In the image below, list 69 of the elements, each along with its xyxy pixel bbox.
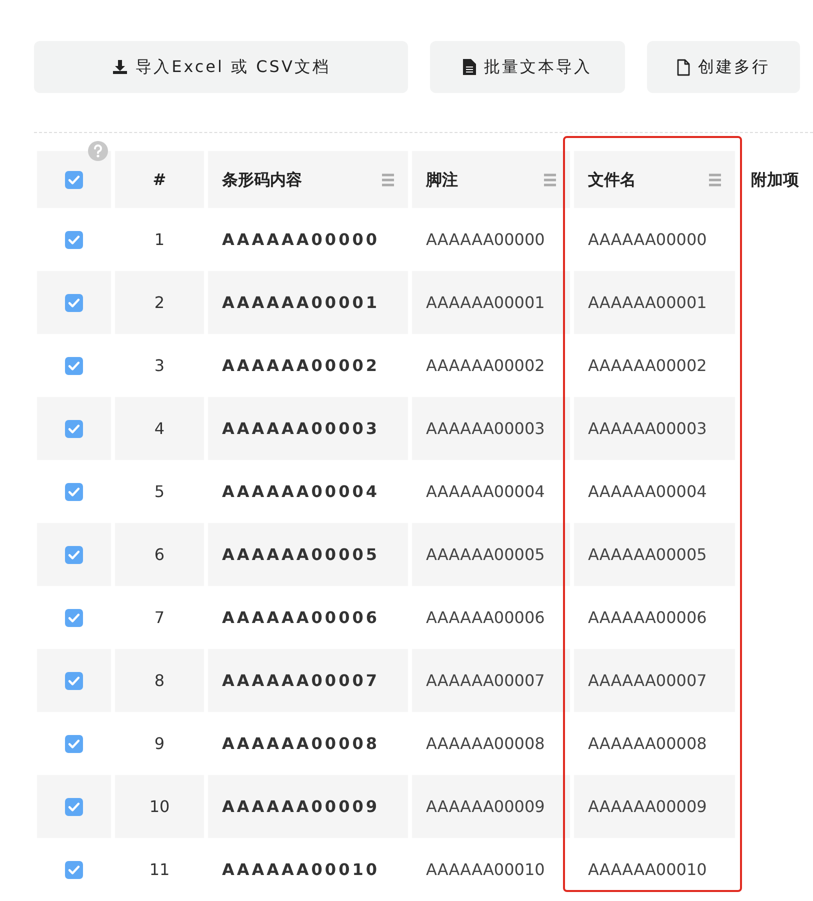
table-cell-text: AAAAAA00004 <box>587 480 708 502</box>
table-cell: AAAAAA00001 <box>574 271 735 334</box>
menu-icon[interactable] <box>709 172 721 186</box>
table-cell-text: AAAAAA00000 <box>425 228 546 250</box>
table-cell-text: AAAAAA00000 <box>221 228 380 250</box>
checkbox[interactable] <box>65 230 83 248</box>
checkbox[interactable] <box>65 672 83 690</box>
table-cell: AAAAAA00005 <box>412 523 570 586</box>
table-cell: AAAAAA00009 <box>574 775 735 838</box>
table-cell: 6 <box>115 523 204 586</box>
table-cell: AAAAAA00007 <box>208 649 408 712</box>
file-icon <box>677 58 690 76</box>
table-cell: AAAAAA00009 <box>412 775 570 838</box>
table-cell-text: AAAAAA00010 <box>425 858 546 880</box>
table-cell-text: AAAAAA00002 <box>221 354 380 376</box>
toolbar-button[interactable]: 批量文本导入 <box>430 41 625 93</box>
table-cell: AAAAAA00001 <box>412 271 570 334</box>
toolbar-button[interactable]: 导入Excel 或 CSV文档 <box>34 41 408 93</box>
table-cell: AAAAAA00003 <box>574 397 735 460</box>
document-icon <box>463 59 476 75</box>
checkbox[interactable] <box>65 356 83 374</box>
column-header[interactable]: # <box>115 151 204 208</box>
table-cell-text: AAAAAA00006 <box>587 606 708 628</box>
table-cell-text: AAAAAA00004 <box>425 480 546 502</box>
table-cell-text: AAAAAA00008 <box>221 732 380 754</box>
table-cell-text: AAAAAA00000 <box>587 228 708 250</box>
column-header[interactable]: 条形码内容 <box>208 151 408 208</box>
table-cell: AAAAAA00009 <box>208 775 408 838</box>
table-cell-text: 3 <box>153 354 166 376</box>
table-cell-text: 11 <box>148 858 171 880</box>
checkbox[interactable] <box>65 734 83 752</box>
table-cell: 4 <box>115 397 204 460</box>
table-cell-text: 7 <box>153 606 166 628</box>
table-cell: AAAAAA00005 <box>208 523 408 586</box>
table-cell: AAAAAA00007 <box>574 649 735 712</box>
checkbox[interactable] <box>65 420 83 438</box>
column-header[interactable]: 脚注 <box>412 151 570 208</box>
menu-icon[interactable] <box>544 172 556 186</box>
table-cell-text: AAAAAA00008 <box>587 732 708 754</box>
table-cell-text: AAAAAA00008 <box>425 732 546 754</box>
table-cell: AAAAAA00001 <box>208 271 408 334</box>
checkbox[interactable] <box>65 608 83 626</box>
checkbox[interactable] <box>65 170 83 188</box>
table-cell-text: AAAAAA00002 <box>425 354 546 376</box>
checkbox[interactable] <box>65 860 83 878</box>
table-cell-text: AAAAAA00006 <box>425 606 546 628</box>
checkbox[interactable] <box>65 798 83 816</box>
table-cell: AAAAAA00005 <box>574 523 735 586</box>
table-cell: AAAAAA00007 <box>412 649 570 712</box>
table-cell: AAAAAA00003 <box>208 397 408 460</box>
checkbox[interactable] <box>65 294 83 312</box>
table-cell: 2 <box>115 271 204 334</box>
checkbox[interactable] <box>65 482 83 500</box>
table-cell-text: AAAAAA00006 <box>221 606 380 628</box>
checkbox[interactable] <box>65 546 83 564</box>
table-cell-text: AAAAAA00004 <box>221 480 380 502</box>
table-cell-text: AAAAAA00002 <box>587 354 708 376</box>
table-cell: 10 <box>115 775 204 838</box>
column-header[interactable]: 文件名 <box>574 151 735 208</box>
toolbar-button[interactable]: 创建多行 <box>647 41 800 93</box>
table-cell: 8 <box>115 649 204 712</box>
menu-icon[interactable] <box>382 172 394 186</box>
table-cell-text: 9 <box>153 732 166 754</box>
table-cell-text: 1 <box>153 228 166 250</box>
table-cell-text: AAAAAA00010 <box>587 858 708 880</box>
download-icon <box>112 59 128 75</box>
table-cell: AAAAAA00003 <box>412 397 570 460</box>
table-cell-text: AAAAAA00010 <box>221 858 380 880</box>
table-cell-text: 5 <box>153 480 166 502</box>
